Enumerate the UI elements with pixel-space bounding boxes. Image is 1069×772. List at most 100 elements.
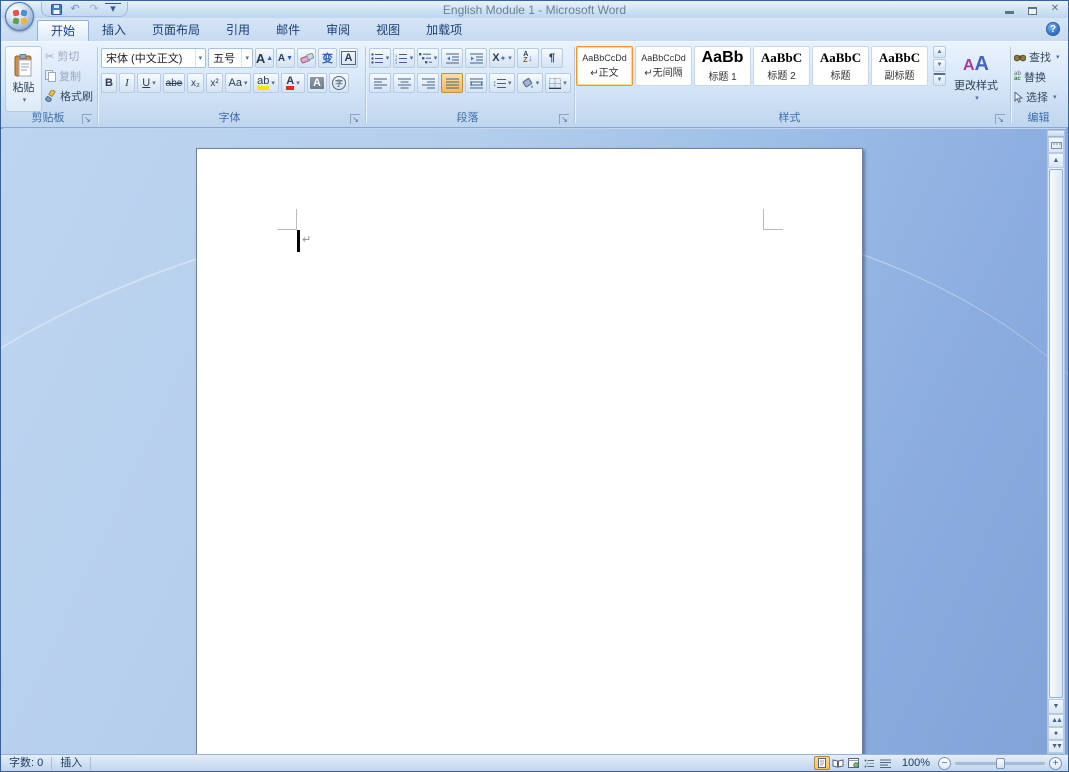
enclose-characters-button[interactable]: 字 (329, 73, 349, 93)
next-page-button[interactable]: ▼▼ (1048, 740, 1064, 753)
restore-button[interactable] (1025, 3, 1039, 15)
redo-button[interactable]: ↷ (86, 3, 102, 16)
select-button[interactable]: 选择 ▾ (1014, 89, 1060, 105)
style-subtitle[interactable]: AaBbC 副标题 (871, 46, 928, 86)
tab-home[interactable]: 开始 (37, 20, 89, 41)
strikethrough-button[interactable]: abe (163, 73, 185, 93)
minimize-button[interactable] (1002, 3, 1016, 15)
scrollbar-thumb[interactable] (1049, 169, 1063, 698)
select-browse-object-button[interactable]: ● (1048, 727, 1064, 740)
replace-button[interactable]: ab ac 替换 (1014, 69, 1060, 85)
clipboard-dialog-launcher[interactable]: ↘ (82, 114, 92, 124)
sort-button[interactable]: A Z ↓ (517, 48, 539, 68)
grow-font-button[interactable]: A▲ (255, 48, 274, 68)
style-heading1[interactable]: AaBb 标题 1 (694, 46, 751, 86)
align-center-button[interactable] (393, 73, 415, 93)
font-color-button[interactable]: A ▾ (281, 73, 305, 93)
style-preview: AaBbC (761, 50, 802, 66)
numbering-button[interactable]: 123 ▾ (393, 48, 415, 68)
save-button[interactable] (48, 3, 64, 16)
ruler-toggle-button[interactable] (1048, 137, 1064, 153)
character-border-button[interactable]: A (339, 48, 358, 68)
styles-more-button[interactable]: ▼ (933, 73, 946, 86)
tab-addins[interactable]: 加载项 (413, 20, 475, 41)
zoom-slider-thumb[interactable] (996, 758, 1005, 769)
fullscreen-reading-view-button[interactable] (830, 756, 846, 770)
undo-button[interactable]: ↶ (67, 3, 83, 16)
enclose-characters-icon: 字 (332, 76, 346, 90)
tab-references[interactable]: 引用 (213, 20, 263, 41)
tab-view[interactable]: 视图 (363, 20, 413, 41)
previous-page-button[interactable]: ▲▲ (1048, 714, 1064, 727)
style-no-spacing[interactable]: AaBbCcDd ↵无间隔 (635, 46, 692, 86)
zoom-level-label[interactable]: 100% (898, 757, 934, 769)
font-name-combo[interactable]: 宋体 (中文正文) ▾ (101, 48, 206, 68)
document-page[interactable]: ↵ (196, 148, 863, 754)
styles-dialog-launcher[interactable]: ↘ (995, 114, 1005, 124)
shading-button[interactable]: ▾ (517, 73, 543, 93)
asian-layout-button[interactable]: X ✦ ▾ (489, 48, 515, 68)
style-heading2[interactable]: AaBbC 标题 2 (753, 46, 810, 86)
phonetic-guide-button[interactable]: 变 (318, 48, 337, 68)
scrollbar-track[interactable] (1048, 168, 1064, 699)
paragraph-dialog-launcher[interactable]: ↘ (559, 114, 569, 124)
align-center-icon (398, 78, 411, 89)
status-bar: 字数: 0 插入 (1, 754, 1068, 771)
title-bar: English Module 1 - Microsoft Word ✕ (1, 1, 1068, 18)
borders-button[interactable]: ▾ (545, 73, 571, 93)
style-preview: AaBbCcDd (641, 53, 686, 63)
web-layout-view-button[interactable] (846, 756, 862, 770)
bullets-button[interactable]: ▾ (369, 48, 391, 68)
subscript-button[interactable]: x₂ (187, 73, 204, 93)
word-count-indicator[interactable]: 字数: 0 (1, 757, 52, 770)
shrink-font-button[interactable]: A▼ (276, 48, 295, 68)
font-dialog-launcher[interactable]: ↘ (350, 114, 360, 124)
close-button[interactable]: ✕ (1048, 3, 1062, 15)
underline-button[interactable]: U ▾ (137, 73, 161, 93)
line-spacing-button[interactable]: ↕ ▾ (489, 73, 515, 93)
justify-button[interactable] (441, 73, 463, 93)
scroll-up-button[interactable]: ▲ (1048, 153, 1064, 168)
tab-page-layout[interactable]: 页面布局 (139, 20, 213, 41)
multilevel-list-button[interactable]: ▾ (417, 48, 439, 68)
change-case-button[interactable]: Aa ▾ (225, 73, 251, 93)
styles-scroll-down-button[interactable]: ▼ (933, 59, 946, 71)
tab-review[interactable]: 审阅 (313, 20, 363, 41)
qat-customize-button[interactable]: ▾ (105, 3, 121, 16)
zoom-in-button[interactable]: + (1049, 757, 1062, 770)
italic-button[interactable]: I (119, 73, 135, 93)
align-left-button[interactable] (369, 73, 391, 93)
style-normal[interactable]: AaBbCcDd ↵正文 (576, 46, 633, 86)
clear-formatting-button[interactable] (297, 48, 316, 68)
distribute-button[interactable] (465, 73, 487, 93)
cut-button[interactable]: ✂ 剪切 (45, 46, 93, 66)
style-title[interactable]: AaBbC 标题 (812, 46, 869, 86)
zoom-slider-track[interactable] (955, 762, 1045, 765)
clipboard-group-label: 剪贴板 (3, 112, 93, 125)
increase-indent-button[interactable] (465, 48, 487, 68)
tab-mailings[interactable]: 邮件 (263, 20, 313, 41)
outline-view-button[interactable] (862, 756, 878, 770)
zoom-out-button[interactable]: − (938, 757, 951, 770)
office-button[interactable] (5, 2, 34, 31)
align-right-button[interactable] (417, 73, 439, 93)
find-button[interactable]: 查找 ▾ (1014, 49, 1060, 65)
show-hide-marks-button[interactable]: ¶ (541, 48, 563, 68)
insert-mode-indicator[interactable]: 插入 (52, 757, 91, 770)
superscript-button[interactable]: x² (206, 73, 223, 93)
bold-button[interactable]: B (101, 73, 117, 93)
character-shading-button[interactable]: A (307, 73, 327, 93)
draft-view-button[interactable] (878, 756, 894, 770)
paste-button[interactable]: 粘贴 ▾ (5, 46, 42, 112)
tab-insert[interactable]: 插入 (89, 20, 139, 41)
text-highlight-button[interactable]: ab ▾ (253, 73, 279, 93)
scroll-down-button[interactable]: ▼ (1048, 699, 1064, 714)
copy-button[interactable]: 复制 (45, 66, 93, 86)
change-styles-button[interactable]: AA 更改样式 ▾ (950, 46, 1002, 110)
help-button[interactable]: ? (1046, 22, 1060, 36)
font-size-combo[interactable]: 五号 ▾ (208, 48, 253, 68)
decrease-indent-button[interactable] (441, 48, 463, 68)
styles-scroll-up-button[interactable]: ▲ (933, 46, 946, 58)
format-painter-button[interactable]: 格式刷 (45, 86, 93, 106)
print-layout-view-button[interactable] (814, 756, 830, 770)
